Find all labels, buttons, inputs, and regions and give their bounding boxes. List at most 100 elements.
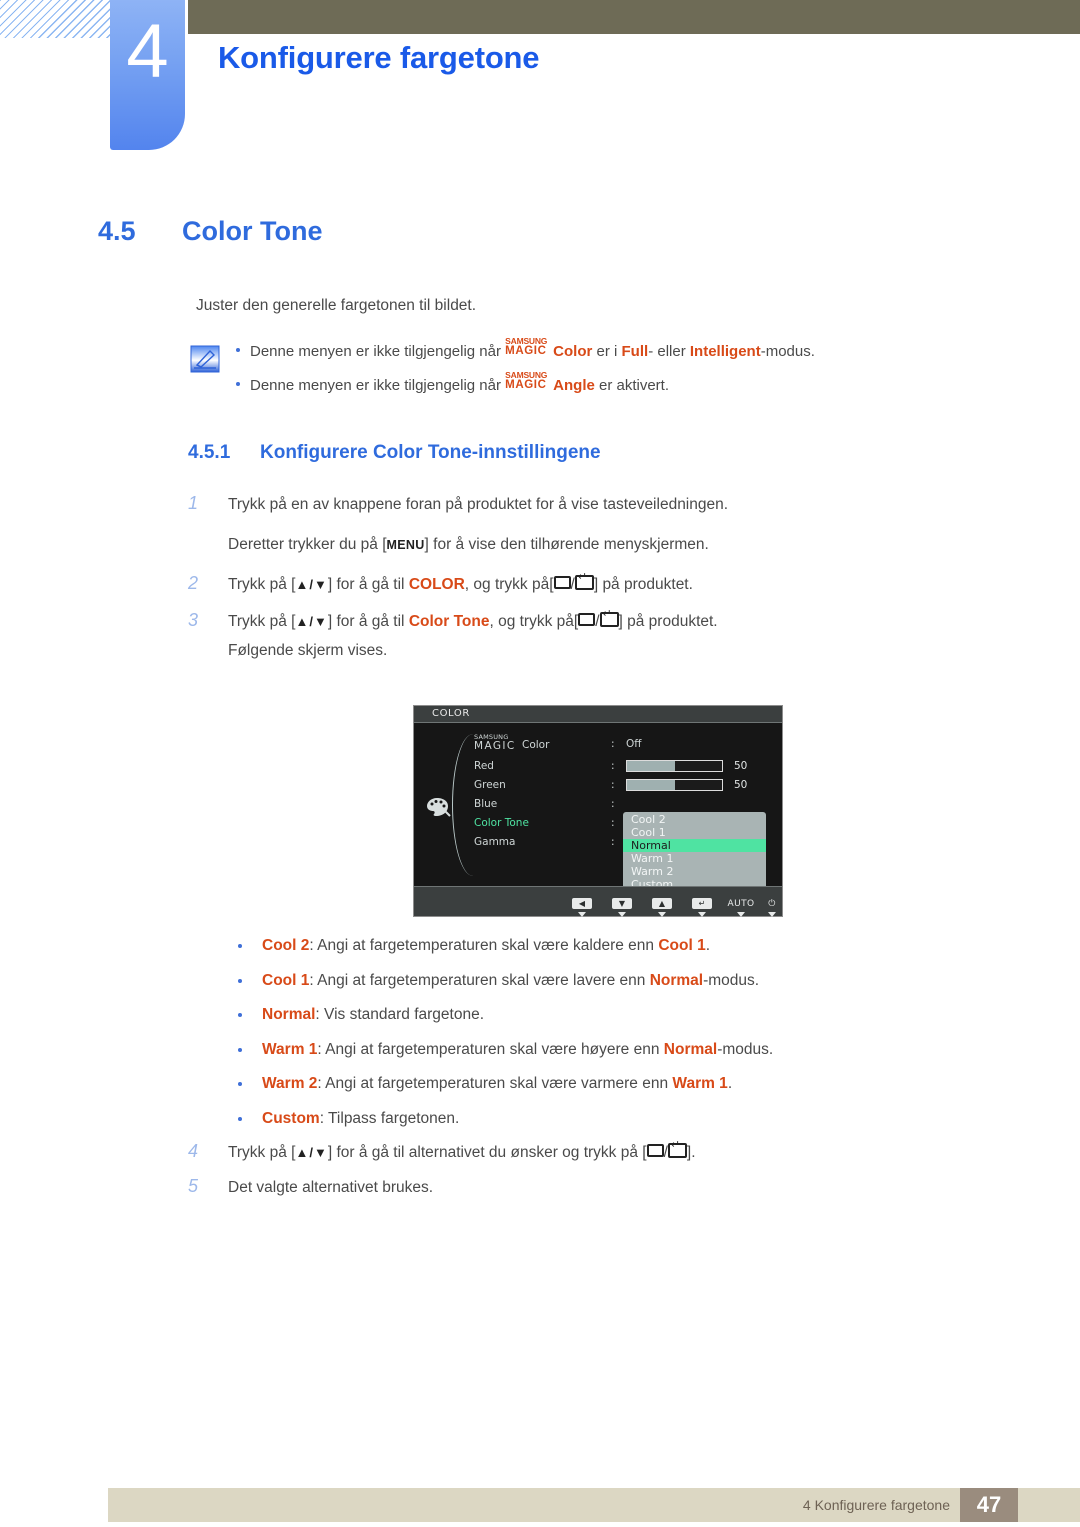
osd-slider-red [626, 760, 723, 772]
power-icon: ⏻ [768, 899, 776, 909]
subsection-heading: 4.5.1 Konfigurere Color Tone-innstillinge… [188, 442, 601, 464]
bullet-icon [238, 944, 242, 948]
step-4-number: 4 [188, 1141, 199, 1161]
enter-key-icon [599, 609, 619, 627]
button-pointer-icon [658, 912, 666, 917]
osd-row-label-blue: Blue [474, 798, 498, 810]
osd-dropdown[interactable]: Cool 2 Cool 1 Normal Warm 1 Warm 2 Custo… [623, 812, 766, 892]
step-3-b: ] for å gå til [327, 613, 409, 630]
osd-row-label-red: Red [474, 760, 494, 772]
note-text-mid2: - eller [648, 343, 690, 360]
step-1-number: 1 [188, 493, 199, 513]
option-term: Normal [262, 1006, 316, 1023]
step-1: 1 Trykk på en av knappene foran på produk… [188, 492, 728, 516]
osd-magic-color-row: SAMSUNG MAGIC Color [474, 733, 604, 753]
note-item: Denne menyen er ikke tilgjengelig når SA… [188, 371, 948, 396]
source-box-icon [578, 613, 596, 626]
note-text-mid: er i [592, 343, 622, 360]
intro-paragraph: Juster den generelle fargetonen til bild… [196, 297, 477, 314]
osd-title: COLOR [432, 708, 470, 719]
magic-feature-word: Angle [553, 377, 595, 394]
osd-up-button[interactable]: ▲ [649, 891, 675, 917]
osd-magic-word: Color [522, 739, 550, 751]
option-term: Custom [262, 1109, 320, 1127]
option-text-end: . [727, 1075, 733, 1092]
chapter-number: 4 [126, 9, 169, 94]
step-3-c: , og trykk på[ [489, 613, 579, 630]
step-2-target: COLOR [408, 576, 465, 593]
note-text-pre: Denne menyen er ikke tilgjengelig når [250, 343, 506, 360]
step-1-text: Trykk på en av knappene foran på produkt… [228, 496, 729, 513]
up-arrow-icon: ▲ [652, 898, 672, 909]
source-box-icon [553, 576, 571, 589]
option-item-warm-1: Warm 1: Angi at fargetemperaturen skal v… [188, 1039, 988, 1061]
step-4-a: Trykk på [ [228, 1144, 296, 1161]
step-1-substep: Deretter trykker du på [MENU] for å vise… [228, 536, 709, 554]
dropdown-item-cool-2[interactable]: Cool 2 [623, 813, 766, 826]
source-box-icon [646, 1144, 664, 1157]
chapter-badge: 4 [110, 0, 185, 150]
osd-enter-button[interactable]: ↵ [689, 891, 715, 917]
option-reference: Warm 1 [672, 1075, 728, 1092]
osd-slider-green [626, 779, 723, 791]
button-pointer-icon [768, 912, 776, 917]
section-heading: 4.5 Color Tone [98, 216, 998, 247]
osd-row-label-green: Green [474, 779, 506, 791]
dropdown-item-warm-1[interactable]: Warm 1 [623, 852, 766, 865]
osd-footer-bar: ◀ ▼ ▲ ↵ AUTO ⏻ [414, 886, 785, 917]
option-item-normal: Normal: Vis standard fargetone. [188, 1004, 988, 1026]
note-emphasis-2: Intelligent [689, 343, 761, 360]
button-pointer-icon [578, 912, 586, 917]
step-3-d: / [595, 613, 600, 630]
header-brown-bar [188, 0, 1080, 34]
bullet-icon [236, 382, 240, 386]
enter-arrow-icon: ↵ [692, 898, 712, 909]
bullet-icon [238, 978, 242, 983]
option-text-end: . [705, 937, 711, 954]
step-2-c: , og trykk på[ [464, 576, 554, 593]
option-text: : Angi at fargetemperaturen skal være la… [309, 971, 650, 989]
section-title: Color Tone [182, 216, 323, 246]
osd-value-red: 50 [734, 760, 748, 772]
up-down-arrows-icon: ▲/▼ [295, 577, 328, 592]
button-pointer-icon [618, 912, 626, 917]
left-arrow-icon: ◀ [572, 898, 592, 909]
subsection-number: 4.5.1 [188, 442, 231, 463]
menu-keycap: MENU [386, 538, 425, 552]
magic-feature-word: Color [553, 343, 593, 360]
step-3-substep: Følgende skjerm vises. [228, 642, 388, 659]
osd-left-button[interactable]: ◀ [569, 891, 595, 917]
note-text-post: -modus. [760, 343, 815, 360]
samsung-magic-logo: SAMSUNG MAGIC [505, 371, 553, 392]
dropdown-item-warm-2[interactable]: Warm 2 [623, 865, 766, 878]
osd-down-button[interactable]: ▼ [609, 891, 635, 917]
button-pointer-icon [737, 912, 745, 917]
dropdown-item-normal[interactable]: Normal [623, 839, 766, 852]
step-5: 5 Det valgte alternativet brukes. [188, 1175, 433, 1199]
auto-label: AUTO [727, 899, 755, 909]
osd-power-button[interactable]: ⏻ [759, 891, 785, 917]
osd-colon: : [611, 779, 615, 791]
dropdown-item-cool-1[interactable]: Cool 1 [623, 826, 766, 839]
section-number: 4.5 [98, 216, 136, 246]
palette-icon [427, 798, 451, 817]
note-text-mid: er aktivert. [594, 377, 670, 394]
osd-auto-button[interactable]: AUTO [724, 891, 758, 917]
option-term: Cool 1 [262, 971, 310, 989]
note-emphasis-1: Full [621, 343, 649, 360]
samsung-magic-logo: SAMSUNG MAGIC [505, 337, 553, 358]
option-item-custom: Custom: Tilpass fargetonen. [188, 1108, 988, 1130]
step-2: 2 Trykk på [▲/▼] for å gå til COLOR, og t… [188, 572, 693, 596]
osd-colon: : [611, 836, 615, 848]
step-2-number: 2 [188, 573, 199, 593]
step-5-number: 5 [188, 1176, 199, 1196]
up-down-arrows-icon: ▲/▼ [295, 1145, 328, 1160]
step-3-a: Trykk på [ [228, 613, 296, 630]
down-arrow-icon: ▼ [612, 898, 632, 909]
osd-row-label-color-tone: Color Tone [474, 817, 529, 829]
note-item: Denne menyen er ikke tilgjengelig når SA… [188, 337, 948, 362]
step-1-sub-pre: Deretter trykker du på [ [228, 536, 387, 553]
step-3-target: Color Tone [408, 613, 490, 630]
button-pointer-icon [698, 912, 706, 917]
up-down-arrows-icon: ▲/▼ [295, 614, 328, 629]
